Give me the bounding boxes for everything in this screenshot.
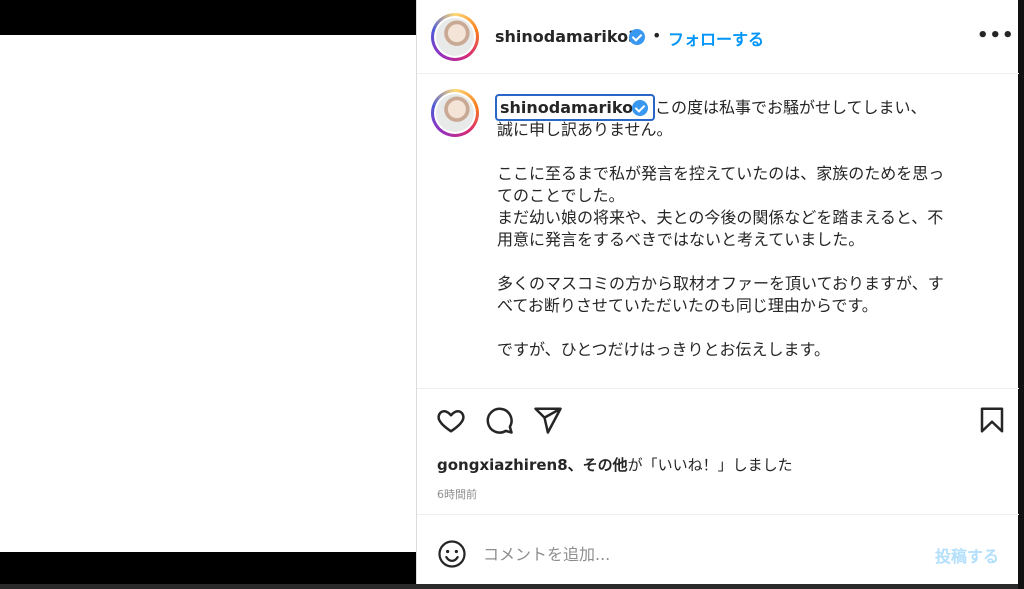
comment-composer: 投稿する xyxy=(417,514,1019,584)
post-header: shinodamariko3 • フォローする ••• xyxy=(417,0,1019,74)
caption-line: べてお断りさせていただいたのも同じ理由からです。 xyxy=(497,296,878,315)
post-panel: shinodamariko3 • フォローする ••• shinodamarik… xyxy=(416,0,1019,584)
heart-icon[interactable] xyxy=(436,405,466,435)
caption-username-focused[interactable]: shinodamariko3 xyxy=(495,94,655,121)
smiley-icon[interactable] xyxy=(437,539,467,569)
caption-line: 多くのマスコミの方から取材オファーを頂いておりますが、す xyxy=(497,274,944,293)
caption-avatar[interactable] xyxy=(431,89,479,137)
verified-badge-icon xyxy=(632,100,648,116)
separator-dot: • xyxy=(652,26,662,45)
liker-username-link[interactable]: gongxiazhiren8 xyxy=(437,456,568,474)
caption-line: ですが、ひとつだけはっきりとお伝えします。 xyxy=(497,340,830,359)
caption-line: まだ幼い娘の将来や、夫との今後の関係などを踏まえると、不 xyxy=(497,208,944,227)
username-link[interactable]: shinodamariko3 xyxy=(495,27,639,46)
avatar-photo xyxy=(436,18,474,56)
caption-first-line: この度は私事でお騒がせしてしまい、 xyxy=(655,98,927,117)
post-comment-button[interactable]: 投稿する xyxy=(935,543,999,567)
paper-plane-icon[interactable] xyxy=(533,405,563,435)
caption-username[interactable]: shinodamariko3 xyxy=(500,98,644,117)
follow-button[interactable]: フォローする xyxy=(668,26,764,50)
caption-line: てのことでした。 xyxy=(497,186,625,205)
media-letterbox-top xyxy=(0,0,416,35)
more-options-icon[interactable]: ••• xyxy=(977,25,1015,46)
post-timestamp[interactable]: 6時間前 xyxy=(437,486,477,502)
caption-body: 誠に申し訳ありません。ここに至るまで私が発言を控えていたのは、家族のためを思って… xyxy=(497,119,997,361)
avatar[interactable] xyxy=(431,13,479,61)
comment-input[interactable] xyxy=(483,541,903,567)
caption-line: 用意に発言をするべきではないと考えていました。 xyxy=(497,230,865,249)
action-bar xyxy=(417,388,1019,448)
verified-badge-icon xyxy=(629,29,645,45)
caption-line: ここに至るまで私が発言を控えていたのは、家族のためを思っ xyxy=(497,164,945,183)
caption: shinodamariko3 この度は私事でお騒がせしてしまい、 誠に申し訳あり… xyxy=(417,75,1019,387)
avatar-photo xyxy=(436,94,474,132)
caption-line: 誠に申し訳ありません。 xyxy=(497,120,673,139)
comment-icon[interactable] xyxy=(484,405,514,435)
background-strip xyxy=(0,584,1024,589)
likes-summary: gongxiazhiren8、その他が「いいね！」しました xyxy=(437,456,793,474)
post-media[interactable] xyxy=(0,35,416,552)
likes-others-link[interactable]: その他 xyxy=(583,456,628,474)
bookmark-icon[interactable] xyxy=(977,405,1007,435)
